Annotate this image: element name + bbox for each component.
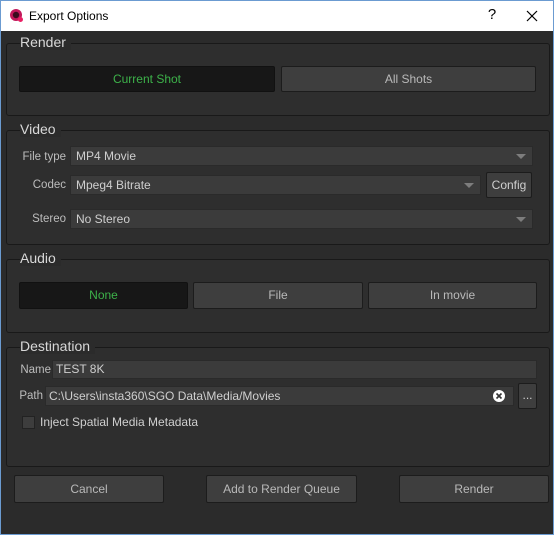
audio-none-button[interactable]: None <box>19 282 188 309</box>
path-value: C:\Users\insta360\SGO Data\Media/Movies <box>49 389 281 403</box>
file-type-select[interactable]: MP4 Movie <box>70 146 533 166</box>
chevron-down-icon <box>516 217 526 222</box>
file-type-label: File type <box>22 151 66 163</box>
codec-select[interactable]: Mpeg4 Bitrate <box>70 175 481 195</box>
current-shot-button[interactable]: Current Shot <box>19 66 275 92</box>
chevron-down-icon <box>464 183 474 188</box>
cancel-button[interactable]: Cancel <box>14 475 164 503</box>
export-options-dialog: Export Options ? Render Current Shot All… <box>0 0 554 535</box>
window-title: Export Options <box>29 9 109 23</box>
clear-x-icon[interactable] <box>493 390 505 402</box>
codec-value: Mpeg4 Bitrate <box>76 178 151 192</box>
inject-metadata-checkbox[interactable] <box>22 416 35 429</box>
audio-group-title: Audio <box>20 250 61 266</box>
stereo-label: Stereo <box>32 213 66 225</box>
dialog-content: Render Current Shot All Shots Video File… <box>1 31 553 534</box>
video-group-title: Video <box>20 121 61 137</box>
audio-file-button[interactable]: File <box>193 282 363 309</box>
chevron-down-icon <box>516 154 526 159</box>
close-icon[interactable] <box>521 5 543 27</box>
file-type-value: MP4 Movie <box>76 149 137 163</box>
destination-group-title: Destination <box>20 338 96 354</box>
config-button[interactable]: Config <box>486 172 532 198</box>
all-shots-button[interactable]: All Shots <box>281 66 536 92</box>
add-to-render-queue-button[interactable]: Add to Render Queue <box>206 475 357 503</box>
render-button[interactable]: Render <box>399 475 549 503</box>
path-input[interactable]: C:\Users\insta360\SGO Data\Media/Movies <box>45 386 514 406</box>
browse-button[interactable]: ... <box>518 383 537 409</box>
render-group-title: Render <box>20 34 71 50</box>
name-label: Name <box>20 364 51 376</box>
help-button[interactable]: ? <box>483 6 501 24</box>
stereo-select[interactable]: No Stereo <box>70 209 533 229</box>
path-label: Path <box>19 390 43 402</box>
name-input[interactable]: TEST 8K <box>52 360 537 379</box>
title-bar: Export Options ? <box>1 1 553 31</box>
app-logo-icon <box>10 9 23 22</box>
stereo-value: No Stereo <box>76 212 131 226</box>
inject-metadata-label[interactable]: Inject Spatial Media Metadata <box>40 415 198 429</box>
audio-in-movie-button[interactable]: In movie <box>368 282 537 309</box>
codec-label: Codec <box>32 179 66 191</box>
